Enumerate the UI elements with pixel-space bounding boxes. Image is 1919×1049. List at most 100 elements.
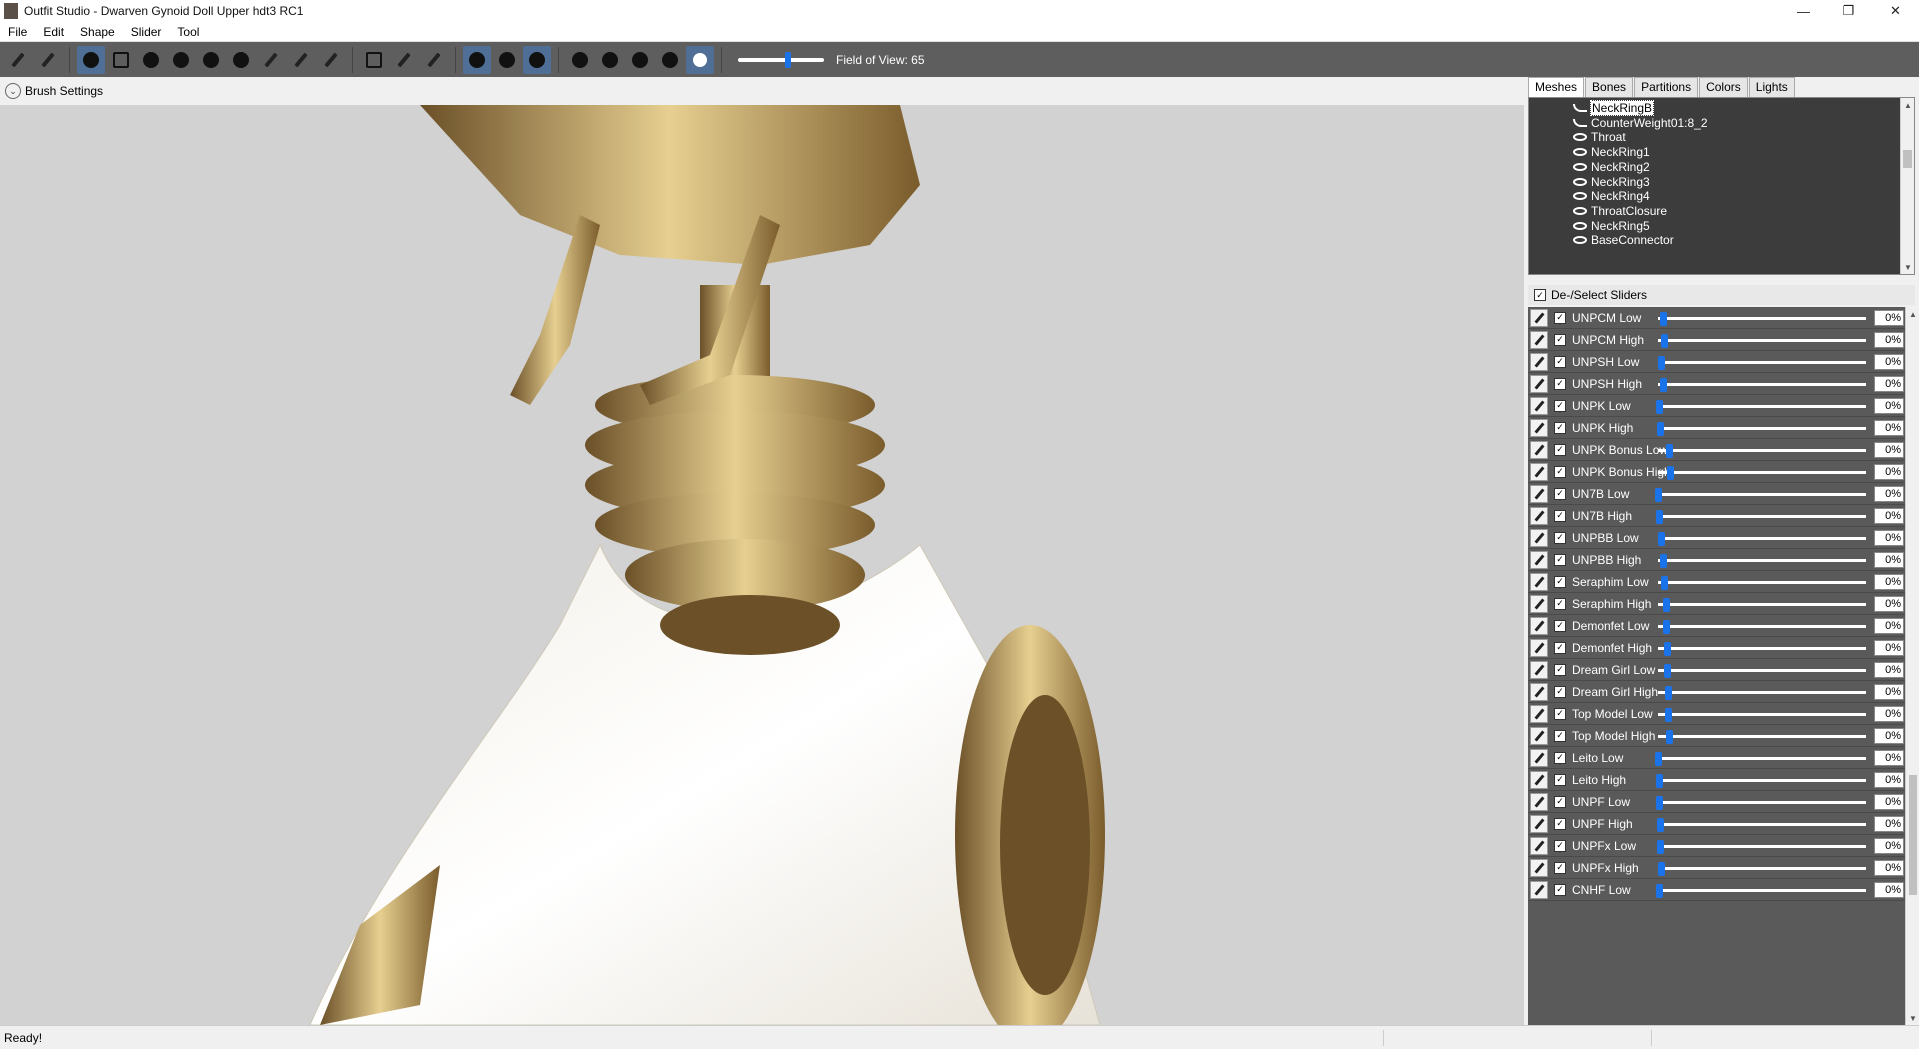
slider-track[interactable] [1658,515,1866,518]
slider-value-field[interactable]: 0% [1874,662,1904,678]
slider-value-field[interactable]: 0% [1874,684,1904,700]
slider-checkbox[interactable]: ✓ [1554,641,1566,654]
edit-slider-button[interactable] [1530,572,1548,591]
slider-thumb[interactable] [1659,378,1667,392]
slider-thumb[interactable] [1656,510,1664,524]
slider-track[interactable] [1658,669,1866,672]
slider-thumb[interactable] [1658,532,1665,546]
slider-value-field[interactable]: 0% [1874,640,1904,656]
scroll-down-icon[interactable]: ▼ [1906,1011,1919,1025]
tab-bones[interactable]: Bones [1585,77,1634,97]
deflate-tool-button[interactable] [167,46,195,74]
slider-thumb[interactable] [1666,730,1674,744]
slider-checkbox[interactable]: ✓ [1554,597,1566,610]
edit-slider-button[interactable] [1530,792,1548,811]
pivot-tool-button[interactable] [390,46,418,74]
slider-track[interactable] [1658,867,1866,870]
slider-checkbox[interactable]: ✓ [1554,795,1566,808]
edit-slider-button[interactable] [1530,682,1548,701]
scrollbar-thumb[interactable] [1903,150,1912,168]
edit-slider-button[interactable] [1530,462,1548,481]
slider-track[interactable] [1658,625,1866,628]
slider-track[interactable] [1658,779,1866,782]
edit-slider-button[interactable] [1530,352,1548,371]
slider-checkbox[interactable]: ✓ [1554,553,1566,566]
connected-only-button[interactable] [493,46,521,74]
mesh-list[interactable]: ▲ ▼ NeckRingB CounterWeight01:8_2 Throat Ne… [1528,97,1915,275]
chevron-down-icon[interactable]: ⌄ [5,83,21,99]
deselect-sliders-checkbox[interactable]: ✓ [1534,289,1546,301]
edit-slider-button[interactable] [1530,660,1548,679]
slider-track[interactable] [1658,801,1866,804]
slider-track[interactable] [1658,845,1866,848]
edit-slider-button[interactable] [1530,308,1548,327]
slider-value-field[interactable]: 0% [1874,838,1904,854]
slider-thumb[interactable] [1654,752,1662,766]
edit-slider-button[interactable] [1530,396,1548,415]
slider-checkbox[interactable]: ✓ [1554,333,1566,346]
brush-alt-button[interactable] [4,46,32,74]
tab-colors[interactable]: Colors [1699,77,1748,97]
edit-slider-button[interactable] [1530,704,1548,723]
slider-value-field[interactable]: 0% [1874,464,1904,480]
show-mask-button[interactable] [656,46,684,74]
slider-track[interactable] [1658,383,1866,386]
show-wireframe-button[interactable] [566,46,594,74]
eye-icon[interactable] [1573,133,1587,142]
slider-value-field[interactable]: 0% [1874,706,1904,722]
slider-thumb[interactable] [1656,840,1664,854]
select-tool-button[interactable] [77,45,105,74]
scroll-up-icon[interactable]: ▲ [1901,98,1914,112]
slider-value-field[interactable]: 0% [1874,860,1904,876]
slider-checkbox[interactable]: ✓ [1554,729,1566,742]
slider-track[interactable] [1658,427,1866,430]
mesh-list-scrollbar[interactable]: ▲ ▼ [1900,98,1914,274]
slider-track[interactable] [1658,691,1866,694]
edit-slider-button[interactable] [1530,880,1548,899]
slider-checkbox[interactable]: ✓ [1554,707,1566,720]
transform-tool-button[interactable] [360,46,388,74]
restore-button[interactable]: ❐ [1826,0,1871,22]
slider-value-field[interactable]: 0% [1874,376,1904,392]
menu-slider[interactable]: Slider [123,25,170,39]
slider-thumb[interactable] [1662,620,1670,634]
eye-icon[interactable] [1573,236,1587,245]
inflate-tool-button[interactable] [137,46,165,74]
slider-thumb[interactable] [1664,708,1672,722]
slider-track[interactable] [1658,713,1866,716]
hidden-icon[interactable] [1573,104,1587,112]
slider-checkbox[interactable]: ✓ [1554,663,1566,676]
slider-value-field[interactable]: 0% [1874,442,1904,458]
slider-list-scrollbar[interactable]: ▲ ▼ [1905,307,1919,1025]
show-lighting-button[interactable] [596,46,624,74]
edit-slider-button[interactable] [1530,616,1548,635]
fov-slider-thumb[interactable] [784,51,791,68]
slider-value-field[interactable]: 0% [1874,508,1904,524]
slider-checkbox[interactable]: ✓ [1554,311,1566,324]
minimize-button[interactable]: — [1781,0,1826,22]
slider-checkbox[interactable]: ✓ [1554,531,1566,544]
slider-checkbox[interactable]: ✓ [1554,817,1566,830]
smooth-tool-button[interactable] [227,46,255,74]
slider-value-field[interactable]: 0% [1874,354,1904,370]
slider-value-field[interactable]: 0% [1874,794,1904,810]
slider-thumb[interactable] [1664,686,1672,700]
slider-value-field[interactable]: 0% [1874,310,1904,326]
eye-icon[interactable] [1573,177,1587,186]
slider-thumb[interactable] [1655,774,1663,788]
global-brush-button[interactable] [523,45,551,74]
slider-value-field[interactable]: 0% [1874,332,1904,348]
slider-checkbox[interactable]: ✓ [1554,751,1566,764]
slider-track[interactable] [1658,339,1866,342]
move-tool-button[interactable] [197,46,225,74]
slider-thumb[interactable] [1661,576,1669,590]
slider-checkbox[interactable]: ✓ [1554,509,1566,522]
slider-thumb[interactable] [1662,598,1670,612]
slider-checkbox[interactable]: ✓ [1554,399,1566,412]
slider-value-field[interactable]: 0% [1874,618,1904,634]
slider-value-field[interactable]: 0% [1874,772,1904,788]
slider-checkbox[interactable]: ✓ [1554,575,1566,588]
menu-tool[interactable]: Tool [169,25,207,39]
slider-checkbox[interactable]: ✓ [1554,883,1566,896]
eye-icon[interactable] [1573,162,1587,171]
